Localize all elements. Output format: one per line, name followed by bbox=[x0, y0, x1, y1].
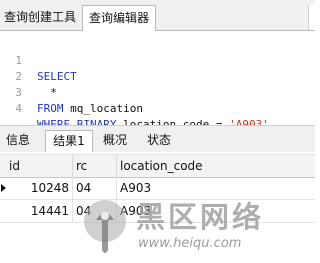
tab-bar-end bbox=[308, 5, 315, 30]
watermark-logo-icon bbox=[84, 200, 126, 253]
result-tab-bar: 信息 结果1 概况 状态 bbox=[0, 125, 315, 153]
cell-location-code[interactable]: A903 bbox=[117, 177, 315, 199]
code-line-2: 2 * bbox=[0, 53, 315, 99]
tab-query-editor[interactable]: 查询编辑器 bbox=[82, 5, 156, 31]
tab-status[interactable]: 状态 bbox=[142, 130, 176, 152]
watermark-url: www.heiqu.com bbox=[138, 236, 242, 251]
grid-header: id rc location_code bbox=[0, 154, 315, 178]
line-number: 4 bbox=[15, 102, 22, 115]
top-tab-bar: 查询创建工具 查询编辑器 bbox=[0, 0, 315, 31]
table-row[interactable]: 10248 04 A903 bbox=[0, 177, 315, 200]
code-line-4: 4 WHERE BINARY location_code = 'A903' bbox=[0, 85, 315, 131]
tab-profile[interactable]: 概况 bbox=[98, 130, 132, 152]
cell-rc[interactable]: 04 bbox=[73, 177, 117, 199]
cell-id[interactable]: 14441 bbox=[6, 200, 73, 222]
column-header-id[interactable]: id bbox=[6, 155, 73, 177]
code-line-1: 1 SELECT bbox=[0, 37, 315, 83]
cell-id[interactable]: 10248 bbox=[6, 177, 73, 199]
watermark-title: 黑区网络 bbox=[136, 200, 265, 234]
tab-info[interactable]: 信息 bbox=[0, 130, 36, 152]
column-header-rc[interactable]: rc bbox=[73, 155, 117, 177]
tab-result-1[interactable]: 结果1 bbox=[45, 130, 93, 153]
sql-keyword: FROM bbox=[37, 102, 64, 115]
code-line-3: 3 FROM mq_location bbox=[0, 69, 315, 115]
column-header-location-code[interactable]: location_code bbox=[117, 155, 315, 177]
tab-query-builder[interactable]: 查询创建工具 bbox=[0, 5, 80, 30]
sql-editor[interactable]: 1 SELECT 2 * 3 FROM mq_location 4 WHERE … bbox=[0, 31, 315, 131]
sql-text: mq_location bbox=[63, 102, 143, 115]
